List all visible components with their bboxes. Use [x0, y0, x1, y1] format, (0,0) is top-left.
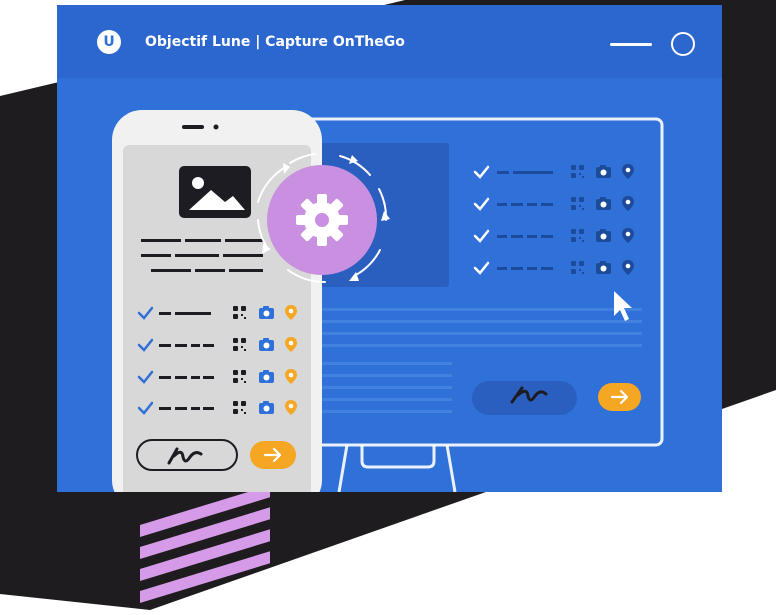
- mouse-pointer-icon: [614, 291, 632, 321]
- signature-pad: [472, 381, 577, 415]
- checkmark-icon: [473, 261, 490, 275]
- image-placeholder-icon: [179, 166, 251, 218]
- purple-stripes-decoration: [140, 485, 270, 615]
- desktop-monitor: [300, 117, 664, 492]
- illustration-scene: [112, 110, 664, 492]
- gear-icon: [267, 165, 377, 275]
- monitor-checklist: [473, 164, 634, 275]
- checkmark-icon: [473, 229, 490, 243]
- checkmark-icon: [473, 197, 490, 211]
- checkmark-icon: [473, 165, 490, 179]
- mobile-phone: [112, 110, 322, 492]
- illustration-card: U Objectif Lune | Capture OnTheGo: [57, 5, 722, 492]
